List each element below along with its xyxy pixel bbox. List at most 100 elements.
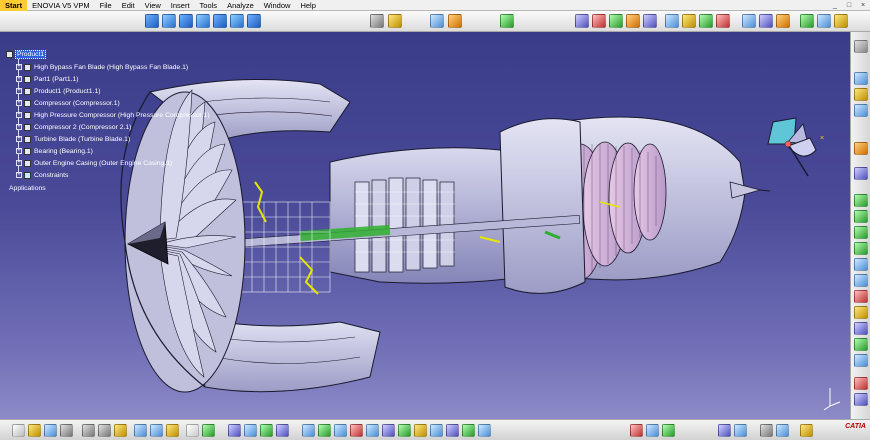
tree-item[interactable]: + High Pressure Compressor (High Pressur…: [16, 109, 211, 121]
fit-all-icon[interactable]: [260, 424, 273, 437]
toolbar-tool-icon[interactable]: [446, 424, 459, 437]
save-icon[interactable]: [44, 424, 57, 437]
product-icon[interactable]: [145, 14, 159, 28]
knowledge-icon[interactable]: [202, 424, 215, 437]
tree-item-label[interactable]: High Pressure Compressor (High Pressure …: [33, 112, 211, 119]
compressor[interactable]: [239, 201, 331, 293]
toolbar-tool-icon[interactable]: [800, 14, 814, 28]
manipulate-icon[interactable]: [854, 274, 868, 287]
move-icon[interactable]: [592, 14, 606, 28]
tree-item-label[interactable]: Constraints: [33, 172, 69, 179]
redo-icon[interactable]: [150, 424, 163, 437]
hide-show-icon[interactable]: [398, 424, 411, 437]
tree-item-label[interactable]: Product1 (Product1.1): [33, 88, 102, 95]
toolbar-tool-icon[interactable]: [478, 424, 491, 437]
tree-item-label[interactable]: High Bypass Fan Blade (High Bypass Fan B…: [33, 64, 189, 71]
toolbar-tool-icon[interactable]: [626, 14, 640, 28]
toolbar-tool-icon[interactable]: [817, 14, 831, 28]
tree-item[interactable]: + Part1 (Part1.1): [16, 73, 80, 85]
rotate-icon[interactable]: [302, 424, 315, 437]
tree-root-label[interactable]: Product1: [15, 49, 47, 59]
fix-icon[interactable]: [854, 393, 868, 406]
toolbar-tool-icon[interactable]: [734, 424, 747, 437]
normal-view-icon[interactable]: [350, 424, 363, 437]
pan-icon[interactable]: [276, 424, 289, 437]
expand-icon[interactable]: +: [16, 124, 22, 130]
toolbar-tool-icon[interactable]: [776, 424, 789, 437]
graph-icon[interactable]: [854, 167, 868, 180]
catalog-icon[interactable]: [196, 14, 210, 28]
undo-icon[interactable]: [134, 424, 147, 437]
render-icon[interactable]: [370, 14, 384, 28]
toolbar-tool-icon[interactable]: [630, 424, 643, 437]
tree-item[interactable]: + Outer Engine Casing (Outer Engine Casi…: [16, 157, 173, 169]
tree-root[interactable]: Product1: [6, 48, 47, 60]
contact-icon[interactable]: [854, 338, 868, 351]
menu-tools[interactable]: Tools: [195, 0, 223, 11]
formula-icon[interactable]: [186, 424, 199, 437]
menu-analyze[interactable]: Analyze: [222, 0, 259, 11]
tree-item[interactable]: + High Bypass Fan Blade (High Bypass Fan…: [16, 61, 189, 73]
menu-window[interactable]: Window: [259, 0, 296, 11]
tree-item-label[interactable]: Outer Engine Casing (Outer Engine Casing…: [33, 160, 173, 167]
tree-item-label[interactable]: Part1 (Part1.1): [33, 76, 80, 83]
menu-view[interactable]: View: [140, 0, 166, 11]
smart-move-icon[interactable]: [854, 306, 868, 319]
fast-instance-icon[interactable]: [854, 242, 868, 255]
toolbar-tool-icon[interactable]: [742, 14, 756, 28]
tree-item-label[interactable]: Compressor (Compressor.1): [33, 100, 121, 107]
assembly-icon[interactable]: [179, 14, 193, 28]
toolbar-tool-icon[interactable]: [699, 14, 713, 28]
maximize-button[interactable]: □: [842, 0, 856, 11]
menu-insert[interactable]: Insert: [166, 0, 195, 11]
swap-icon[interactable]: [414, 424, 427, 437]
toolbar-tool-icon[interactable]: [462, 424, 475, 437]
reorder-icon[interactable]: [854, 210, 868, 223]
tree-item[interactable]: + Bearing (Bearing.1): [16, 145, 94, 157]
fly-icon[interactable]: [244, 424, 257, 437]
tree-item[interactable]: + Product1 (Product1.1): [16, 85, 102, 97]
close-button[interactable]: ×: [856, 0, 870, 11]
multi-instance-icon[interactable]: [854, 226, 868, 239]
tree-applications-label[interactable]: Applications: [8, 185, 47, 192]
minimize-button[interactable]: _: [828, 0, 842, 11]
menu-enovia[interactable]: ENOVIA V5 VPM: [27, 0, 95, 11]
toolbar-tool-icon[interactable]: [665, 14, 679, 28]
annotation-icon[interactable]: [575, 14, 589, 28]
expand-icon[interactable]: +: [16, 100, 22, 106]
paste-icon[interactable]: [114, 424, 127, 437]
menu-file[interactable]: File: [95, 0, 117, 11]
angle-icon[interactable]: [854, 377, 868, 390]
expand-icon[interactable]: +: [16, 172, 22, 178]
iso-view-icon[interactable]: [366, 424, 379, 437]
expand-icon[interactable]: +: [16, 136, 22, 142]
section-icon[interactable]: [448, 14, 462, 28]
zoom-out-icon[interactable]: [334, 424, 347, 437]
toolbar-tool-icon[interactable]: [760, 424, 773, 437]
menu-start[interactable]: Start: [0, 0, 28, 11]
tree-applications[interactable]: Applications: [8, 182, 47, 194]
toolbar-tool-icon[interactable]: [718, 424, 731, 437]
tree-item[interactable]: + Compressor 2 (Compressor 2.1): [16, 121, 132, 133]
tree-item-label[interactable]: Turbine Blade (Turbine Blade.1): [33, 136, 131, 143]
tree-item-label[interactable]: Bearing (Bearing.1): [33, 148, 94, 155]
snap-icon[interactable]: [609, 14, 623, 28]
copy-icon[interactable]: [98, 424, 111, 437]
turbofan-engine-model[interactable]: [0, 32, 850, 419]
tree-item[interactable]: + Compressor (Compressor.1): [16, 97, 121, 109]
constraint-icon[interactable]: [213, 14, 227, 28]
expand-icon[interactable]: +: [16, 76, 22, 82]
macro-icon[interactable]: [228, 424, 241, 437]
toolbar-tool-icon[interactable]: [759, 14, 773, 28]
part-icon[interactable]: [162, 14, 176, 28]
print-icon[interactable]: [60, 424, 73, 437]
camera-icon[interactable]: [430, 14, 444, 28]
tree-item[interactable]: + Turbine Blade (Turbine Blade.1): [16, 133, 131, 145]
toolbar-tool-icon[interactable]: [800, 424, 813, 437]
whats-this-icon[interactable]: [166, 424, 179, 437]
toolbar-tool-icon[interactable]: [834, 14, 848, 28]
toolbar-tool-icon[interactable]: [662, 424, 675, 437]
toolbar-tool-icon[interactable]: [646, 424, 659, 437]
expand-icon[interactable]: +: [16, 88, 22, 94]
offset-icon[interactable]: [854, 354, 868, 367]
